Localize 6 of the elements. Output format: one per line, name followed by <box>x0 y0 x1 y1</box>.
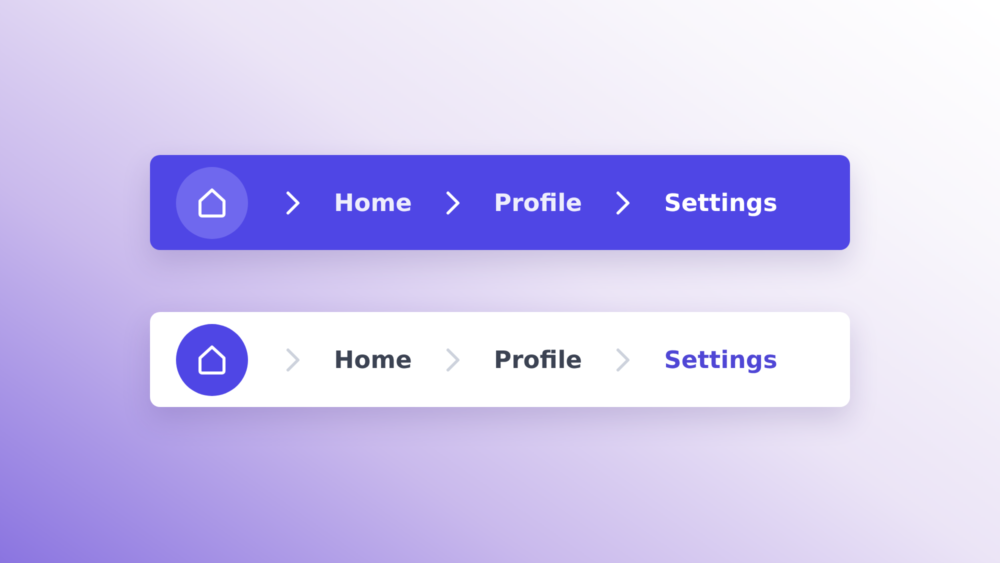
breadcrumb-link[interactable]: Home <box>334 346 412 374</box>
breadcrumb-link[interactable]: Home <box>334 188 412 216</box>
breadcrumb-link[interactable]: Profile <box>494 346 582 374</box>
breadcrumb-link[interactable]: Settings <box>664 346 778 374</box>
breadcrumb-link[interactable]: Profile <box>494 188 582 216</box>
breadcrumb-link[interactable]: Settings <box>664 188 778 216</box>
